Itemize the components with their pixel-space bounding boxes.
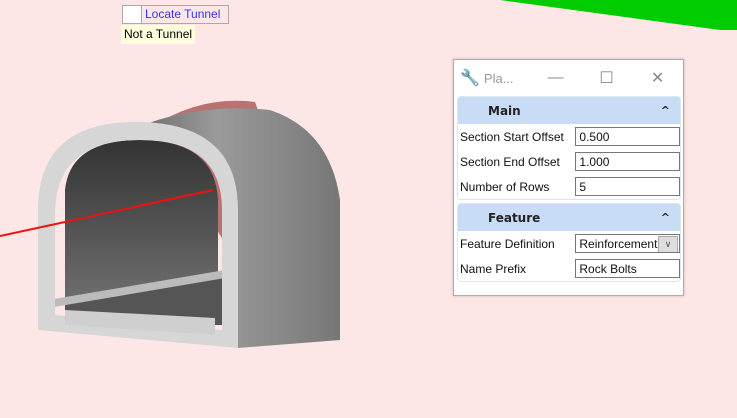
section-title: Feature: [488, 210, 541, 225]
section-title: Main: [488, 103, 521, 118]
close-button[interactable]: ✕: [632, 68, 683, 88]
placement-dialog: 🔧 Pla... — ☐ ✕ Main ^ Section Start Offse…: [453, 59, 684, 296]
locate-tunnel-field[interactable]: Locate Tunnel: [122, 5, 229, 24]
name-prefix-input[interactable]: Rock Bolts: [575, 259, 680, 278]
wrench-gear-icon: 🔧: [460, 70, 480, 87]
minimize-button[interactable]: —: [530, 69, 581, 87]
field-label: Feature Definition: [460, 236, 555, 251]
dialog-title: Pla...: [483, 70, 514, 86]
maximize-button[interactable]: ☐: [581, 68, 632, 88]
field-label: Section End Offset: [460, 154, 560, 169]
field-label: Number of Rows: [460, 179, 550, 194]
green-surface: [500, 0, 737, 30]
section-end-offset-input[interactable]: 1.000: [575, 152, 680, 171]
selected-value: Reinforcement: [579, 237, 658, 251]
collapse-chevron-icon[interactable]: ^: [661, 104, 680, 117]
field-label: Name Prefix: [460, 261, 527, 276]
tooltip: Not a Tunnel: [121, 25, 196, 44]
number-of-rows-input[interactable]: 5: [575, 177, 680, 196]
title-bar[interactable]: 🔧 Pla... — ☐ ✕: [454, 60, 683, 96]
feature-definition-select[interactable]: Reinforcement ∨: [575, 234, 680, 253]
collapse-chevron-icon[interactable]: ^: [661, 211, 680, 224]
main-section-header[interactable]: Main ^: [458, 97, 680, 124]
locate-tunnel-label: Locate Tunnel: [145, 7, 221, 21]
field-label: Section Start Offset: [460, 129, 564, 144]
feature-section: Feature ^ Feature Definition Reinforcement…: [457, 203, 681, 282]
feature-section-header[interactable]: Feature ^: [458, 204, 680, 231]
chevron-down-icon[interactable]: ∨: [658, 236, 678, 252]
main-section: Main ^ Section Start Offset 0.500 Section …: [457, 96, 681, 200]
locate-icon: [123, 6, 142, 23]
section-start-offset-input[interactable]: 0.500: [575, 127, 680, 146]
